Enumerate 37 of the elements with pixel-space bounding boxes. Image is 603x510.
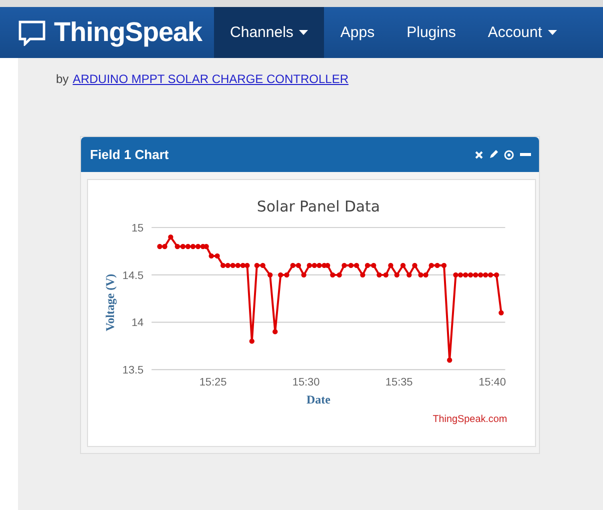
chart-title: Solar Panel Data <box>256 198 380 216</box>
x-axis-title: Date <box>306 392 330 406</box>
nav-tab[interactable]: Account <box>472 7 574 58</box>
close-icon[interactable] <box>475 150 483 158</box>
x-tick-label: 15:35 <box>385 376 413 388</box>
nav-tab[interactable]: Plugins <box>390 7 472 58</box>
data-point <box>406 272 412 278</box>
y-tick-label: 14.5 <box>122 270 144 282</box>
pencil-icon[interactable] <box>489 150 498 159</box>
y-tick-label: 14 <box>131 317 144 330</box>
y-axis-title: Voltage (V) <box>102 274 117 332</box>
channel-author-link[interactable]: ARDUINO MPPT SOLAR CHARGE CONTROLLER <box>72 72 349 86</box>
data-point <box>301 272 306 278</box>
y-tick-label: 15 <box>131 222 144 235</box>
data-point <box>168 234 174 240</box>
data-point <box>400 262 406 268</box>
logo-text[interactable]: ThingSpeak <box>54 17 202 48</box>
panel-title: Field 1 Chart <box>90 147 169 162</box>
data-point <box>249 338 254 344</box>
by-label: by <box>56 72 69 86</box>
data-point <box>447 358 452 363</box>
chat-bubble-icon[interactable] <box>18 20 46 46</box>
data-point <box>268 272 273 278</box>
nav-tab[interactable]: Apps <box>324 7 391 58</box>
data-point <box>272 329 278 334</box>
minimize-icon[interactable] <box>520 152 531 156</box>
data-point <box>388 262 394 268</box>
x-tick-label: 15:30 <box>292 376 320 388</box>
nav-tab[interactable]: Channels <box>214 7 324 58</box>
data-point <box>498 310 504 316</box>
x-tick-label: 15:25 <box>199 376 227 388</box>
data-point <box>394 272 400 278</box>
data-point <box>412 262 418 268</box>
comment-icon[interactable] <box>504 150 514 160</box>
x-tick-label: 15:40 <box>478 376 506 388</box>
y-tick-label: 13.5 <box>122 364 144 377</box>
data-point <box>360 272 366 278</box>
